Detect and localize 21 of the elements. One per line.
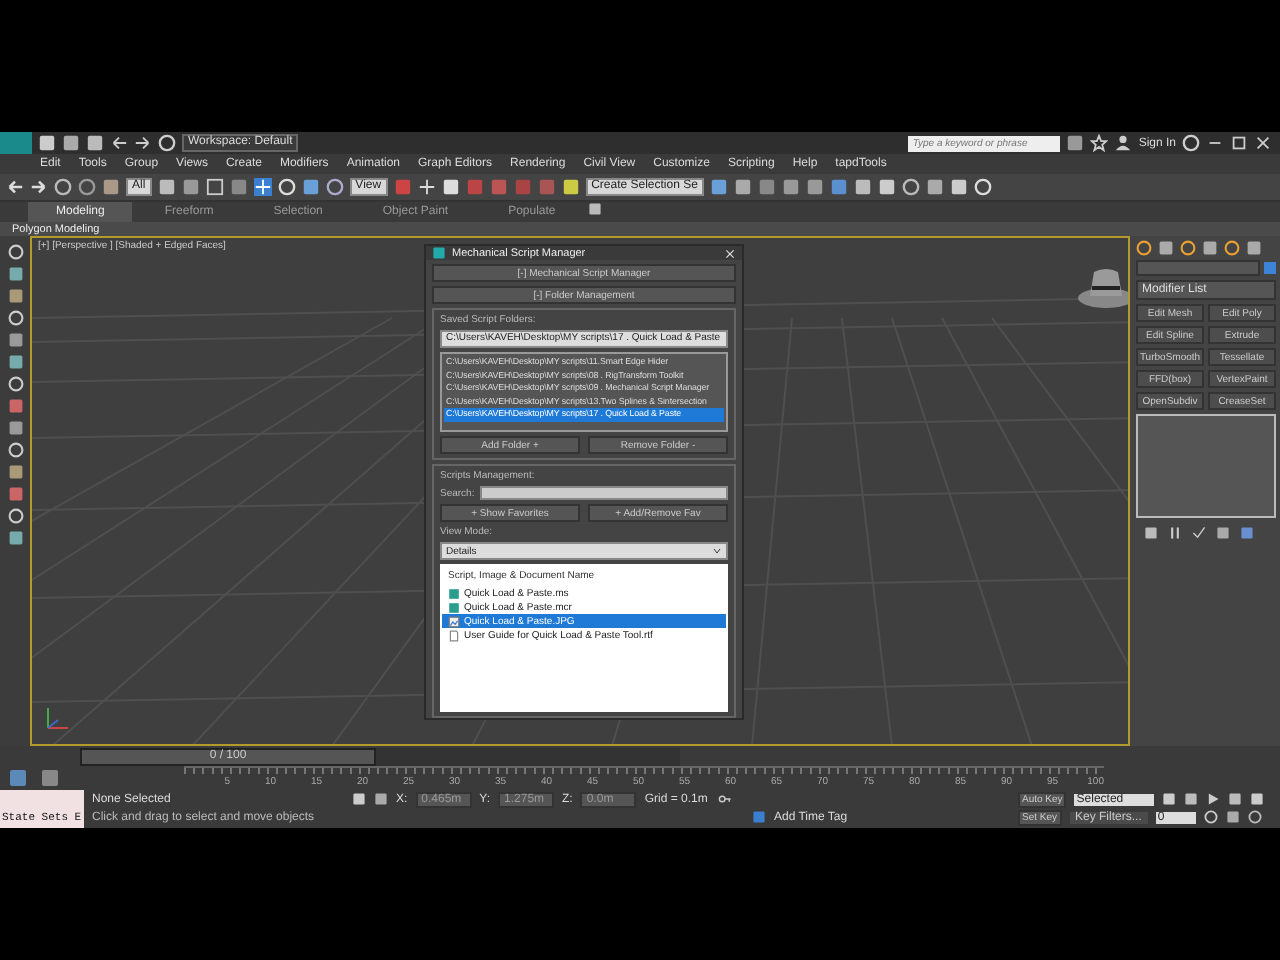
user-icon[interactable]: [1114, 134, 1133, 152]
modifier-stack[interactable]: [1136, 414, 1276, 518]
caret-icon[interactable]: [712, 546, 722, 556]
star-icon[interactable]: [1090, 134, 1109, 152]
rectangle-select-icon[interactable]: [205, 178, 224, 196]
axis-tripod-icon: [44, 704, 72, 732]
name-field[interactable]: [1136, 260, 1260, 276]
maximize-icon[interactable]: [1230, 134, 1248, 152]
image-file-icon[interactable]: [448, 615, 460, 627]
undo-icon[interactable]: [6, 178, 24, 196]
color-swatch[interactable]: [1264, 262, 1276, 274]
close-icon[interactable]: [1254, 134, 1272, 152]
pause-icon[interactable]: [1168, 526, 1182, 540]
check-icon[interactable]: [1192, 526, 1206, 540]
redo-icon[interactable]: [134, 134, 152, 152]
undo-icon[interactable]: [110, 134, 128, 152]
search-field[interactable]: [480, 486, 728, 500]
key-icon[interactable]: [715, 792, 734, 806]
cross-icon[interactable]: [417, 178, 436, 196]
redo-icon[interactable]: [30, 178, 48, 196]
close-button[interactable]: [724, 247, 736, 259]
